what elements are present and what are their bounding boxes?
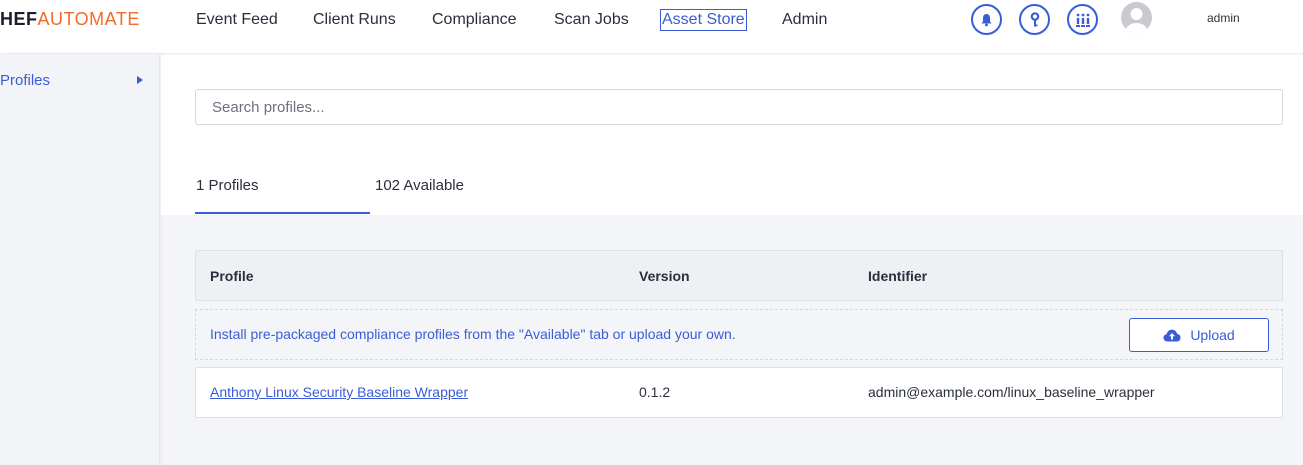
tab-profiles[interactable]: 1 Profiles	[196, 177, 259, 194]
upload-button[interactable]: Upload	[1129, 318, 1269, 352]
active-tab-indicator	[195, 212, 370, 214]
profile-name-link[interactable]: Anthony Linux Security Baseline Wrapper	[210, 384, 468, 400]
sidebar-item-profiles[interactable]: Profiles	[0, 72, 152, 92]
info-row: Install pre-packaged compliance profiles…	[195, 309, 1283, 360]
user-avatar-icon	[1125, 8, 1148, 33]
sidebar: Profiles	[0, 54, 160, 465]
nav-scan-jobs[interactable]: Scan Jobs	[554, 10, 629, 30]
nav-admin[interactable]: Admin	[782, 10, 827, 30]
table-header: Profile Version Identifier	[195, 250, 1283, 301]
grid-menu-icon	[1075, 13, 1090, 27]
column-header-profile: Profile	[210, 268, 254, 284]
caret-right-icon	[137, 76, 143, 84]
tab-available[interactable]: 102 Available	[375, 177, 464, 194]
avatar[interactable]	[1121, 2, 1152, 33]
bell-icon	[981, 13, 992, 26]
column-header-identifier: Identifier	[868, 268, 928, 284]
api-keys-button[interactable]	[1019, 4, 1050, 35]
search-input[interactable]	[195, 89, 1283, 125]
chef-automate-logo[interactable]: HEFAUTOMATE	[0, 9, 140, 30]
column-header-version: Version	[639, 268, 690, 284]
sidebar-item-label: Profiles	[0, 72, 51, 89]
cloud-upload-icon	[1163, 329, 1181, 341]
nav-client-runs[interactable]: Client Runs	[313, 10, 396, 30]
user-menu[interactable]: admin	[1207, 11, 1240, 25]
apps-menu-button[interactable]	[1067, 4, 1098, 35]
profile-identifier: admin@example.com/linux_baseline_wrapper	[868, 384, 1155, 400]
nav-compliance[interactable]: Compliance	[432, 10, 516, 30]
notifications-button[interactable]	[971, 4, 1002, 35]
nav-asset-store[interactable]: Asset Store	[660, 9, 747, 31]
table-row: Anthony Linux Security Baseline Wrapper …	[195, 367, 1283, 418]
nav-event-feed[interactable]: Event Feed	[196, 10, 278, 30]
profiles-header-panel	[161, 55, 1303, 215]
top-navigation-bar: HEFAUTOMATE Event Feed Client Runs Compl…	[0, 0, 1303, 54]
upload-button-label: Upload	[1190, 327, 1235, 343]
info-message: Install pre-packaged compliance profiles…	[210, 326, 736, 342]
profile-version: 0.1.2	[639, 384, 671, 400]
key-icon	[1030, 11, 1039, 26]
